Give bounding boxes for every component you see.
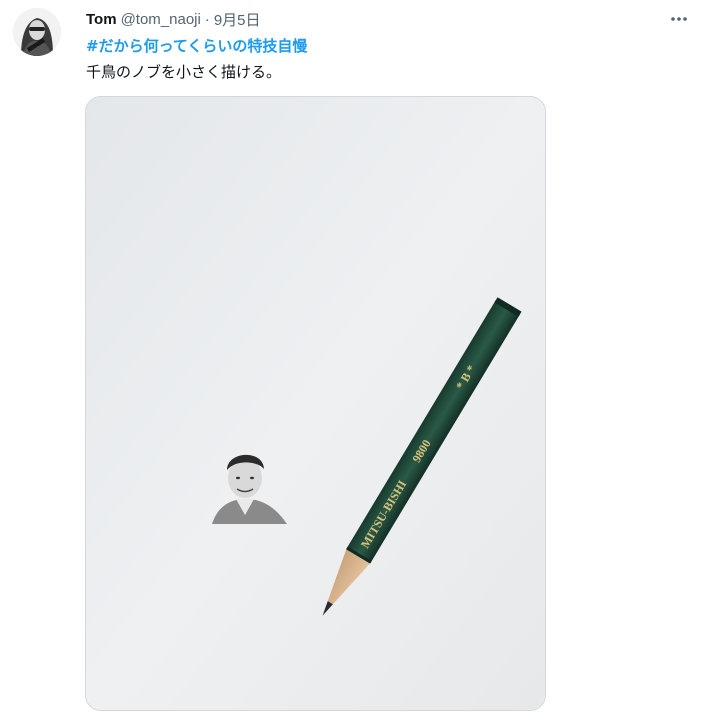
avatar-image: [13, 8, 61, 56]
more-options-button[interactable]: [669, 9, 689, 29]
tweet-header: Tom @tom_naoji · 9月5日: [86, 8, 261, 30]
separator-dot: ·: [204, 10, 210, 28]
tweet[interactable]: Tom @tom_naoji · 9月5日 #だから何ってくらいの特技自慢 千鳥…: [0, 0, 701, 726]
more-horizontal-icon: [671, 17, 687, 21]
tweet-media-photo[interactable]: MITSU-BISHI 9800 * B *: [85, 96, 546, 711]
photo-image: MITSU-BISHI 9800 * B *: [86, 97, 545, 710]
avatar[interactable]: [13, 8, 61, 56]
tweet-date[interactable]: 9月5日: [214, 9, 261, 30]
display-name[interactable]: Tom: [86, 11, 117, 28]
tweet-text: 千鳥のノブを小さく描ける。: [86, 63, 282, 81]
hashtag-link[interactable]: #だから何ってくらいの特技自慢: [86, 35, 307, 56]
user-handle[interactable]: @tom_naoji: [121, 11, 201, 28]
